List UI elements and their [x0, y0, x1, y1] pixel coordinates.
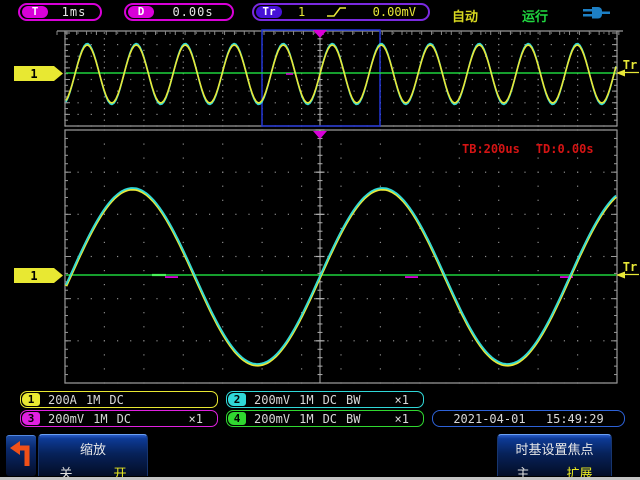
- return-arrow-icon: [6, 436, 34, 474]
- channel1-badge: 1: [22, 393, 40, 406]
- zoom-td-text: TD:0.00s: [536, 142, 594, 156]
- svg-text:1: 1: [30, 67, 37, 81]
- channel1-marker-main[interactable]: 1: [14, 268, 63, 283]
- zoom-tb-text: TB:200us: [462, 142, 520, 156]
- oscilloscope-screen: T 1ms D 0.00s Tr 1 0.00mV 自动 运行 1 1: [0, 0, 640, 480]
- channel1-coupling: DC: [109, 393, 123, 407]
- channel2-coupling: DC: [323, 393, 337, 407]
- back-button[interactable]: [6, 435, 36, 476]
- channel3-badge: 3: [22, 412, 40, 425]
- svg-text:1: 1: [30, 269, 37, 283]
- channel3-scale: 200mV: [48, 412, 84, 426]
- channel4-impedance: 1M: [299, 412, 313, 426]
- channel1-scale: 200A: [48, 393, 77, 407]
- channel3-info[interactable]: 3 200mV 1M DC ×1: [20, 410, 218, 427]
- trigger-position-marker-main[interactable]: [313, 131, 327, 139]
- timebase-focus-title: 时基设置焦点: [498, 439, 611, 458]
- channel4-info[interactable]: 4 200mV 1M DC BW ×1: [226, 410, 424, 427]
- channel2-info[interactable]: 2 200mV 1M DC BW ×1: [226, 391, 424, 408]
- channel2-badge: 2: [228, 393, 246, 406]
- zoom-menu-title: 缩放: [39, 439, 147, 458]
- soft-menu-bar: 缩放 关 开 时基设置焦点 主 扩展: [0, 432, 640, 478]
- date-value: 2021-04-01: [453, 412, 525, 426]
- trigger-level-marker-overview[interactable]: Tr: [616, 58, 639, 77]
- trigger-level-marker-main[interactable]: Tr: [616, 260, 639, 279]
- channel2-impedance: 1M: [299, 393, 313, 407]
- channel3-impedance: 1M: [93, 412, 107, 426]
- channel4-scale: 200mV: [254, 412, 290, 426]
- trigger-position-marker-overview[interactable]: [313, 30, 327, 38]
- timebase-focus-menu-button[interactable]: 时基设置焦点 主 扩展: [497, 434, 612, 476]
- channel2-bw: BW: [346, 393, 360, 407]
- channel4-badge: 4: [228, 412, 246, 425]
- datetime-box: 2021-04-01 15:49:29: [432, 410, 625, 427]
- channel3-probe: ×1: [189, 412, 203, 426]
- graticule: [57, 31, 623, 384]
- channel2-scale: 200mV: [254, 393, 290, 407]
- channel4-coupling: DC: [323, 412, 337, 426]
- channel1-impedance: 1M: [86, 393, 100, 407]
- waveform-traces: [66, 44, 616, 366]
- time-value: 15:49:29: [546, 412, 604, 426]
- channel2-probe: ×1: [395, 393, 409, 407]
- channel4-bw: BW: [346, 412, 360, 426]
- channel1-info[interactable]: 1 200A 1M DC: [20, 391, 218, 408]
- waveform-display: 1 1 Tr Tr: [0, 0, 640, 480]
- channel3-coupling: DC: [117, 412, 131, 426]
- zoom-menu-button[interactable]: 缩放 关 开: [38, 434, 148, 476]
- channel4-probe: ×1: [395, 412, 409, 426]
- zoom-timebase-info: TB:200us TD:0.00s: [462, 142, 594, 156]
- channel1-marker-overview[interactable]: 1: [14, 66, 63, 81]
